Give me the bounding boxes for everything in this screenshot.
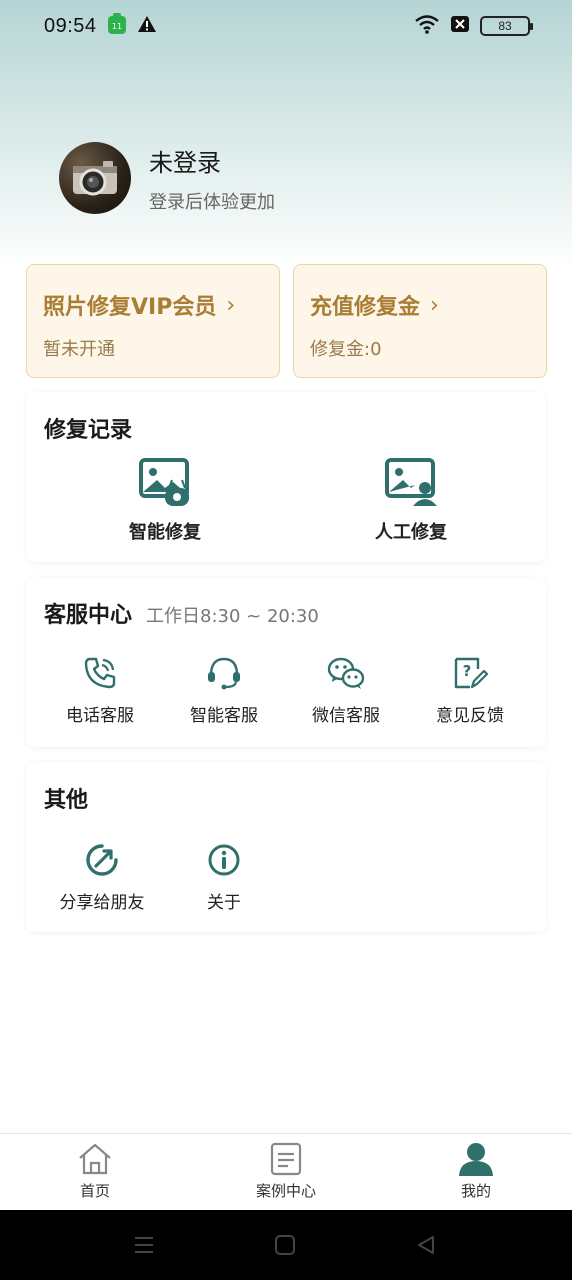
nav-item-mine[interactable]: 我的: [426, 1142, 526, 1201]
manual-repair-label: 人工修复: [375, 522, 447, 543]
status-bar: 09:54 11 83: [0, 0, 572, 52]
repair-records-title: 修复记录: [44, 418, 133, 443]
nav-label-mine: 我的: [460, 1182, 491, 1200]
service-hours: 工作日8:30 ~ 20:30: [146, 606, 319, 627]
smart-repair-button[interactable]: 智能修复: [120, 458, 210, 544]
camera-icon: [73, 161, 117, 196]
feedback-label: 意见反馈: [436, 706, 504, 726]
vip-card-status: 暂未开通: [43, 339, 115, 360]
warning-icon: [137, 15, 157, 37]
phone-service-label: 电话客服: [66, 706, 134, 726]
about-label: 关于: [207, 893, 241, 913]
phone-service-button[interactable]: 电话客服: [58, 655, 142, 726]
svg-text:11: 11: [111, 22, 121, 31]
bottom-navigation: 首页 案例中心 我的: [0, 1133, 572, 1210]
share-label: 分享给朋友: [59, 893, 145, 913]
document-icon: [270, 1142, 302, 1176]
home-button-icon[interactable]: [275, 1235, 295, 1259]
share-icon: [86, 844, 118, 876]
headset-icon: [208, 657, 240, 690]
system-navigation-bar: [0, 1210, 572, 1280]
battery-indicator: 83: [480, 16, 533, 36]
phone-icon: [84, 657, 116, 689]
manual-repair-button[interactable]: 人工修复: [366, 458, 456, 544]
smart-service-label: 智能客服: [190, 706, 258, 726]
recharge-balance: 修复金:0: [310, 339, 382, 360]
profile-subtitle: 登录后体验更加: [149, 191, 275, 213]
svg-text:?: ?: [463, 662, 472, 680]
chevron-right-icon: ›: [430, 292, 439, 318]
wechat-icon: [327, 657, 365, 689]
chevron-right-icon: ›: [226, 292, 236, 318]
nav-label-home: 首页: [79, 1182, 110, 1200]
nav-item-home[interactable]: 首页: [45, 1142, 145, 1201]
status-time: 09:54: [44, 14, 97, 37]
recharge-card-title: 充值修复金: [310, 295, 421, 320]
recharge-card[interactable]: 充值修复金 › 修复金:0: [293, 264, 547, 378]
wechat-service-label: 微信客服: [312, 706, 380, 726]
smart-repair-label: 智能修复: [129, 522, 201, 543]
feedback-button[interactable]: ? 意见反馈: [428, 655, 512, 726]
share-button[interactable]: 分享给朋友: [52, 842, 152, 913]
info-icon: [208, 844, 240, 876]
home-icon: [79, 1143, 111, 1175]
other-title: 其他: [44, 788, 89, 813]
profile-section[interactable]: 未登录 登录后体验更加: [59, 142, 275, 214]
wechat-service-button[interactable]: 微信客服: [304, 655, 388, 726]
customer-service-title: 客服中心: [44, 603, 133, 628]
vip-membership-card[interactable]: 照片修复VIP会员 › 暂未开通: [26, 264, 280, 378]
notification-app-icon: 11: [107, 13, 127, 39]
menu-icon[interactable]: [134, 1235, 154, 1259]
about-button[interactable]: 关于: [182, 842, 266, 913]
wifi-icon: [414, 14, 440, 38]
repair-records-card: 修复记录 智能修复 人工修复: [26, 392, 546, 562]
customer-service-card: 客服中心 工作日8:30 ~ 20:30 电话客服 智能客服 微信客服 ? 意见…: [26, 577, 546, 747]
nav-item-cases[interactable]: 案例中心: [236, 1142, 336, 1201]
vip-card-title: 照片修复VIP会员: [43, 295, 217, 320]
user-icon: [459, 1143, 493, 1176]
back-icon[interactable]: [416, 1235, 436, 1259]
smart-service-button[interactable]: 智能客服: [182, 655, 266, 726]
no-sim-icon: [450, 15, 470, 37]
nav-label-cases: 案例中心: [255, 1182, 316, 1200]
manual-repair-icon: [385, 458, 437, 506]
other-card: 其他 分享给朋友 关于: [26, 762, 546, 932]
feedback-icon: ?: [454, 657, 488, 689]
profile-name[interactable]: 未登录: [149, 143, 275, 178]
avatar[interactable]: [59, 142, 131, 214]
smart-repair-icon: [139, 458, 189, 506]
